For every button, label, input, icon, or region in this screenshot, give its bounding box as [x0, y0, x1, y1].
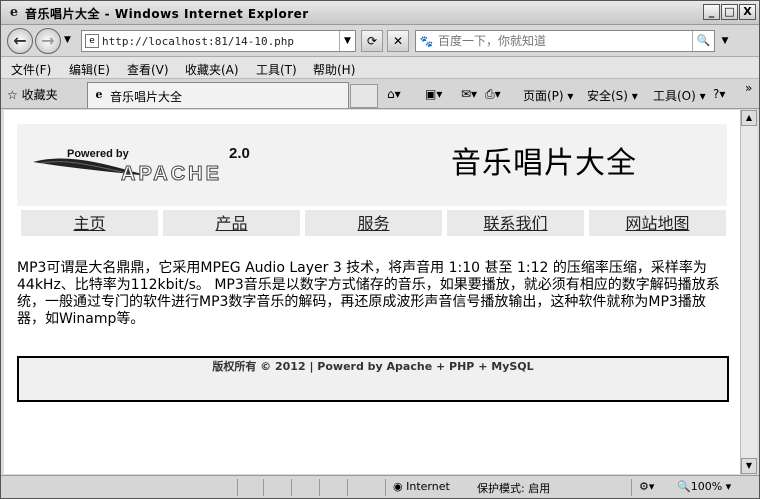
site-footer: 版权所有 © 2012 | Powerd by Apache + PHP + M…	[17, 356, 729, 402]
star-icon: ☆	[7, 88, 18, 102]
scroll-down-icon[interactable]: ▼	[741, 458, 757, 474]
logo-apache-text: APACHE	[121, 163, 222, 185]
tab-page-icon: e	[95, 88, 103, 101]
site-title: 音乐唱片大全	[451, 146, 637, 181]
chevron-right-icon[interactable]: »	[745, 81, 752, 95]
internet-zone-label: Internet	[406, 480, 450, 493]
zoom-control[interactable]: 🔍100% ▾	[677, 480, 731, 493]
zoom-level: 100%	[690, 480, 723, 493]
nav-link-products[interactable]: 产品	[163, 210, 300, 236]
page-icon: e	[85, 34, 99, 48]
nav-link-sitemap[interactable]: 网站地图	[589, 210, 726, 236]
title-bar: e 音乐唱片大全 - Windows Internet Explorer _ □…	[1, 1, 759, 25]
tools-menu-label: 工具(O)	[653, 89, 696, 103]
menu-bar: 文件(F) 编辑(E) 查看(V) 收藏夹(A) 工具(T) 帮助(H)	[1, 57, 759, 79]
search-box[interactable]: 🐾 🔍	[415, 30, 715, 52]
refresh-button[interactable]: ⟳	[361, 30, 383, 52]
status-divider	[319, 479, 320, 496]
nav-link-contact[interactable]: 联系我们	[447, 210, 584, 236]
status-divider	[291, 479, 292, 496]
baidu-paw-icon: 🐾	[419, 35, 434, 48]
menu-file[interactable]: 文件(F)	[11, 61, 51, 78]
help-icon[interactable]: ?▾	[713, 87, 725, 101]
menu-help[interactable]: 帮助(H)	[313, 61, 355, 78]
site-nav: 主页 产品 服务 联系我们 网站地图	[19, 210, 727, 236]
search-input[interactable]	[438, 33, 698, 49]
menu-edit[interactable]: 编辑(E)	[69, 61, 110, 78]
menu-tools[interactable]: 工具(T)	[256, 61, 297, 78]
page-menu-label: 页面(P)	[523, 89, 564, 103]
tab-label: 音乐唱片大全	[110, 90, 183, 104]
search-options-dropdown-icon[interactable]: ▼	[717, 30, 733, 52]
favorites-bar: ☆ 收藏夹 e 音乐唱片大全 ⌂▾ ▣▾ ✉▾ ⎙▾ 页面(P) ▾ 安全(S)…	[1, 79, 759, 109]
security-icon[interactable]: ⚙▾	[639, 480, 654, 493]
logo-powered-text: Powered by	[67, 148, 130, 160]
new-tab-button[interactable]	[350, 84, 378, 108]
favorites-label: 收藏夹	[21, 88, 58, 102]
window-title: 音乐唱片大全 - Windows Internet Explorer	[25, 7, 309, 21]
url-input[interactable]	[102, 33, 338, 49]
home-icon[interactable]: ⌂▾	[387, 87, 401, 101]
internet-zone: ◉ Internet	[393, 480, 450, 493]
safety-menu[interactable]: 安全(S) ▾	[587, 87, 638, 104]
status-divider	[631, 479, 632, 496]
nav-link-home[interactable]: 主页	[21, 210, 158, 236]
feeds-icon[interactable]: ▣▾	[425, 87, 442, 101]
nav-link-services[interactable]: 服务	[305, 210, 442, 236]
address-toolbar: ← → ▼ e ▼ ⟳ ✕ 🐾 🔍 ▼	[1, 25, 759, 57]
apache-feather-logo: Powered by 2.0 APACHE	[33, 146, 250, 186]
site-header: Powered by 2.0 APACHE 音乐唱片大全	[17, 124, 727, 206]
history-dropdown-icon[interactable]: ▼	[64, 35, 71, 45]
protected-mode: 保护模式: 启用	[477, 482, 551, 495]
status-divider	[347, 479, 348, 496]
tools-menu[interactable]: 工具(O) ▾	[653, 87, 706, 104]
intro-paragraph: MP3可谓是大名鼎鼎，它采用MPEG Audio Layer 3 技术，将声音用…	[17, 260, 720, 327]
maximize-button[interactable]: □	[721, 4, 738, 20]
url-dropdown-icon[interactable]: ▼	[339, 31, 355, 51]
browser-window: e 音乐唱片大全 - Windows Internet Explorer _ □…	[0, 0, 760, 499]
favorites-button[interactable]: ☆ 收藏夹	[7, 86, 58, 103]
tab-active[interactable]: e 音乐唱片大全	[87, 82, 349, 108]
logo-version-text: 2.0	[229, 146, 250, 162]
back-button[interactable]: ←	[7, 28, 33, 54]
menu-favorites[interactable]: 收藏夹(A)	[185, 61, 239, 78]
status-bar: ◉ Internet 保护模式: 启用 ⚙▾ 🔍100% ▾	[1, 475, 759, 498]
page-viewport: Powered by 2.0 APACHE 音乐唱片大全 主页 产品 服务 联系…	[4, 110, 740, 474]
safety-menu-label: 安全(S)	[587, 89, 628, 103]
scroll-up-icon[interactable]: ▲	[741, 110, 757, 126]
stop-button[interactable]: ✕	[387, 30, 409, 52]
page-menu[interactable]: 页面(P) ▾	[523, 87, 573, 104]
address-box[interactable]: e ▼	[81, 30, 356, 52]
forward-button[interactable]: →	[35, 28, 61, 54]
search-go-icon[interactable]: 🔍	[692, 31, 714, 51]
print-icon[interactable]: ⎙▾	[485, 87, 501, 102]
ie-logo-icon: e	[9, 5, 19, 20]
minimize-button[interactable]: _	[703, 4, 720, 20]
vertical-scrollbar[interactable]: ▲ ▼	[740, 110, 757, 474]
status-divider	[263, 479, 264, 496]
menu-view[interactable]: 查看(V)	[127, 61, 169, 78]
status-divider	[385, 479, 386, 496]
close-button[interactable]: X	[739, 4, 756, 20]
mail-icon[interactable]: ✉▾	[461, 87, 477, 101]
status-divider	[237, 479, 238, 496]
